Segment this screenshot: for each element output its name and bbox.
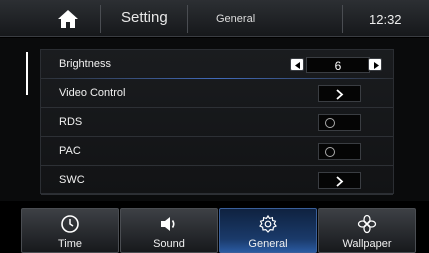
tab-label: Wallpaper xyxy=(342,238,392,250)
tab-label: General xyxy=(248,238,288,250)
brightness-increase-button[interactable] xyxy=(368,58,382,71)
divider xyxy=(100,5,101,33)
scroll-indicator[interactable] xyxy=(26,52,28,95)
setting-label: Brightness xyxy=(59,58,111,70)
setting-row-brightness: Brightness 6 xyxy=(41,50,393,79)
tab-label: Sound xyxy=(153,238,185,250)
tab-bar: Time Sound General Wallpaper xyxy=(0,202,429,253)
wallpaper-icon xyxy=(357,214,377,234)
rds-toggle[interactable] xyxy=(318,114,361,131)
setting-row-swc[interactable]: SWC xyxy=(41,166,393,195)
home-icon[interactable] xyxy=(57,9,79,29)
toggle-off-icon xyxy=(325,147,335,157)
page-title: Setting xyxy=(121,9,168,26)
triangle-right-icon xyxy=(374,62,379,69)
video-control-open-button[interactable] xyxy=(318,85,361,102)
setting-row-pac: PAC xyxy=(41,137,393,166)
swc-open-button[interactable] xyxy=(318,172,361,189)
setting-label: RDS xyxy=(59,116,83,128)
speaker-icon xyxy=(159,214,179,234)
tab-time[interactable]: Time xyxy=(21,208,119,253)
divider xyxy=(187,5,188,33)
setting-label: Video Control xyxy=(59,87,126,99)
toggle-off-icon xyxy=(325,118,335,128)
tab-general[interactable]: General xyxy=(219,208,317,253)
chevron-right-icon xyxy=(336,89,344,100)
clock-icon xyxy=(60,214,80,234)
clock: 12:32 xyxy=(369,12,402,27)
tab-sound[interactable]: Sound xyxy=(120,208,218,253)
tab-wallpaper[interactable]: Wallpaper xyxy=(318,208,416,253)
brightness-decrease-button[interactable] xyxy=(290,58,304,71)
setting-label: SWC xyxy=(59,174,85,186)
gear-icon xyxy=(258,214,278,234)
top-bar: Setting General 12:32 xyxy=(0,0,429,37)
tab-label: Time xyxy=(57,238,83,250)
divider xyxy=(342,5,343,33)
brightness-value: 6 xyxy=(334,59,342,73)
pac-toggle[interactable] xyxy=(318,143,361,160)
triangle-left-icon xyxy=(295,62,300,69)
brightness-value-box: 6 xyxy=(306,57,370,73)
setting-row-video-control[interactable]: Video Control xyxy=(41,79,393,108)
settings-list: Brightness 6 Video Control RDS PAC SWC xyxy=(40,49,394,195)
setting-row-rds: RDS xyxy=(41,108,393,137)
chevron-right-icon xyxy=(336,176,344,187)
page-subtitle: General xyxy=(216,13,256,25)
setting-label: PAC xyxy=(59,145,81,157)
